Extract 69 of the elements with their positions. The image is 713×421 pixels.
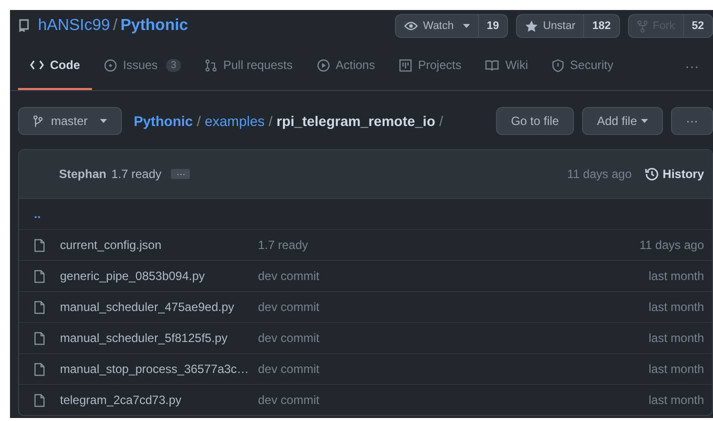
breadcrumb-link[interactable]: Pythonic	[134, 113, 193, 129]
commit-author[interactable]: Stephan	[59, 167, 106, 181]
commit-time: last month	[648, 269, 704, 283]
current-folder: rpi_telegram_remote_io	[276, 113, 436, 129]
path-separator: /	[113, 17, 118, 35]
code-icon	[30, 60, 44, 70]
repo-owner[interactable]: hANSIc99	[38, 17, 110, 35]
shield-icon	[552, 58, 564, 72]
file-icon	[34, 332, 45, 344]
fork-icon	[636, 20, 648, 32]
file-icon	[34, 238, 45, 252]
caret-icon	[100, 119, 107, 123]
repo-icon	[18, 19, 30, 33]
commit-time: last month	[648, 331, 704, 345]
expand-button[interactable]: ···	[171, 169, 190, 179]
history-icon	[644, 167, 659, 181]
star-button[interactable]: Unstar 182	[516, 14, 620, 38]
commit-time: last month	[648, 393, 704, 407]
repo-tab[interactable]: Actions	[304, 42, 387, 90]
repo-tab[interactable]: Issues 3	[92, 42, 194, 90]
play-icon	[316, 58, 330, 72]
file-name[interactable]: manual_scheduler_475ae9ed.py	[60, 300, 258, 314]
repo-tab[interactable]: Projects	[386, 42, 474, 90]
file-icon	[34, 362, 45, 376]
commit-time: last month	[648, 362, 704, 376]
commit-time: 11 days ago	[567, 167, 632, 181]
commit-message[interactable]: dev commit	[258, 300, 320, 314]
file-name[interactable]: generic_pipe_0853b094.py	[60, 269, 258, 283]
commit-time: 11 days ago	[640, 238, 704, 252]
path-separator: /	[439, 113, 444, 129]
history-link[interactable]: History	[644, 167, 704, 181]
branch-icon	[33, 114, 43, 128]
pull-request-icon	[205, 58, 218, 72]
issue-icon	[104, 58, 117, 72]
file-icon	[34, 300, 45, 314]
repo-tab[interactable]: Pull requests	[193, 42, 305, 90]
file-name[interactable]: manual_stop_process_36577a3c…	[60, 362, 258, 376]
more-options-button[interactable]: ···	[671, 107, 713, 135]
commit-message[interactable]: dev commit	[258, 331, 320, 345]
caret-icon	[641, 119, 648, 123]
repo-name[interactable]: Pythonic	[120, 17, 188, 35]
file-icon	[34, 270, 45, 282]
more-button[interactable]: ···	[685, 58, 713, 74]
repo-tab[interactable]: Security	[540, 42, 626, 90]
star-icon	[524, 20, 538, 32]
caret-icon	[462, 24, 470, 28]
branch-selector[interactable]: master	[18, 107, 122, 135]
repo-tab[interactable]: Wiki	[473, 42, 540, 90]
commit-message[interactable]: 1.7 ready	[111, 167, 162, 181]
eye-icon	[404, 21, 418, 31]
path-separator: /	[268, 113, 273, 129]
file-name[interactable]: telegram_2ca7cd73.py	[60, 393, 258, 407]
file-name[interactable]: current_config.json	[60, 238, 258, 252]
commit-time: last month	[648, 300, 704, 314]
file-name[interactable]: manual_scheduler_5f8125f5.py	[60, 331, 258, 345]
book-icon	[485, 59, 500, 71]
commit-message[interactable]: 1.7 ready	[258, 238, 308, 252]
toolbar-button[interactable]: Add file	[582, 107, 663, 135]
commit-message[interactable]: dev commit	[258, 362, 320, 376]
toolbar-button[interactable]: Go to file	[496, 107, 574, 135]
watch-button[interactable]: Watch 19	[394, 14, 508, 38]
breadcrumb-link[interactable]: examples	[204, 113, 265, 129]
parent-directory-link[interactable]: ..	[34, 207, 41, 221]
project-board-icon	[398, 58, 412, 72]
path-separator: /	[196, 113, 201, 129]
commit-message[interactable]: dev commit	[258, 393, 320, 407]
commit-message[interactable]: dev commit	[258, 269, 320, 283]
repo-tab[interactable]: Code	[18, 42, 92, 90]
file-icon	[34, 394, 45, 406]
